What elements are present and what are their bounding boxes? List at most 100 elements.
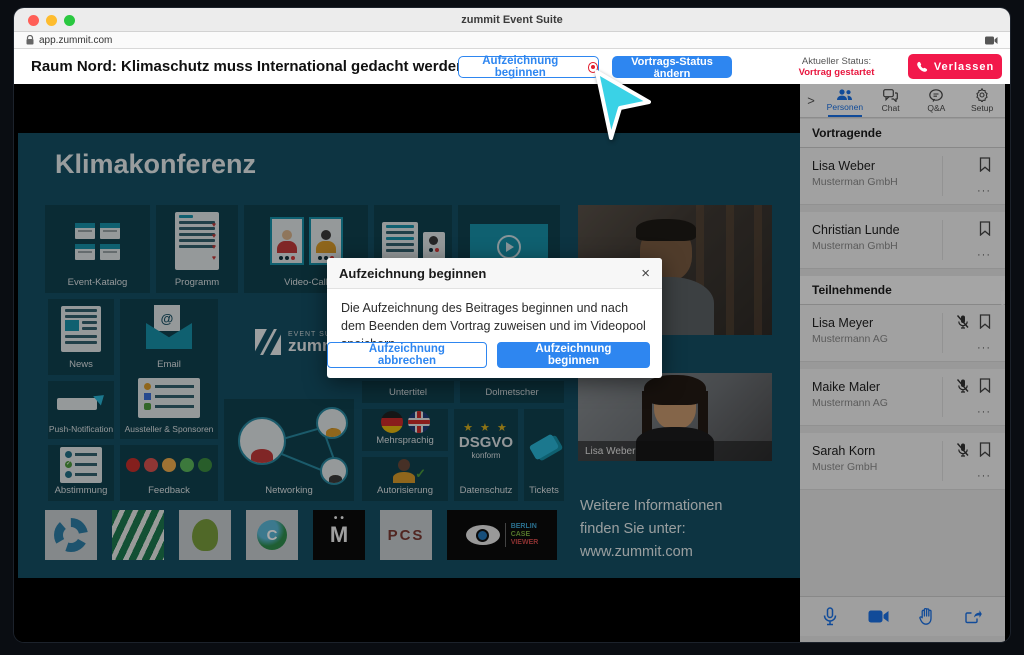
logo-stripes [112, 510, 164, 560]
catalog-icon [68, 223, 128, 260]
zummit-url[interactable]: www.zummit.com [580, 541, 722, 564]
tile-push-notification[interactable]: Push-Notification [48, 381, 114, 439]
more-menu[interactable]: ··· [977, 342, 991, 354]
microphone-button[interactable] [823, 607, 837, 626]
mic-off-icon[interactable] [956, 314, 969, 329]
tickets-icon [531, 439, 557, 455]
tab-personen[interactable]: Personen [822, 84, 868, 117]
close-window-button[interactable] [28, 15, 39, 26]
more-menu[interactable]: ··· [977, 470, 991, 482]
logo-c-bubbles: C [246, 510, 298, 560]
sponsors-icon [138, 378, 200, 418]
start-recording-button[interactable]: Aufzeichnung beginnen [458, 56, 599, 78]
video-name-label: Lisa Weber [578, 441, 772, 461]
program-icon: ♥♥♥♥ [175, 212, 219, 270]
tile-email[interactable]: @ Email [120, 299, 218, 375]
sidebar-tabbar: > Personen Chat Q&A Setup [800, 84, 1005, 118]
tile-autorisierung[interactable]: ✓ Autorisierung [362, 457, 448, 501]
person-row-christian-lunde[interactable]: Christian Lunde Musterman GmbH ··· [800, 212, 1005, 269]
bookmark-icon[interactable] [979, 221, 991, 236]
logo-radial [45, 510, 97, 560]
leave-button[interactable]: Verlassen [908, 54, 1002, 79]
stage-heading: Klimakonferenz [55, 149, 256, 180]
person-row-lisa-weber[interactable]: Lisa Weber Musterman GmbH ··· [800, 148, 1005, 205]
share-button[interactable] [965, 609, 982, 624]
gear-icon [975, 88, 989, 102]
person-row-sarah-korn[interactable]: Sarah Korn Muster GmbH ··· [800, 433, 1005, 490]
tile-untertitel[interactable]: Untertitel [362, 381, 454, 403]
networking-icon [224, 399, 354, 501]
dsgvo-subtitle: konform [472, 451, 501, 460]
tile-event-katalog[interactable]: Event-Katalog [45, 205, 150, 293]
raise-hand-button[interactable] [919, 608, 934, 625]
feedback-icon [126, 458, 212, 472]
recording-dialog: Aufzeichnung beginnen × Die Aufzeichnung… [327, 258, 662, 378]
news-icon [61, 306, 101, 352]
cancel-recording-button[interactable]: Aufzeichnung abbrechen [327, 342, 487, 368]
titlebar: zummit Event Suite [14, 8, 1010, 32]
tab-setup[interactable]: Setup [959, 84, 1005, 117]
bookmark-icon[interactable] [979, 314, 991, 329]
pointer-cursor [588, 66, 654, 144]
more-menu[interactable]: ··· [977, 406, 991, 418]
tile-networking[interactable]: Networking [224, 399, 354, 501]
more-menu[interactable]: ··· [977, 249, 991, 261]
tile-news[interactable]: News [48, 299, 114, 375]
dsgvo-stars: ★ ★ ★ [463, 421, 509, 434]
eye-icon [466, 525, 500, 545]
section-teilnehmende: Teilnehmende [800, 276, 1005, 305]
minimize-window-button[interactable] [46, 15, 57, 26]
logo-berlin-case-viewer: BERLINCASEVIEWER [447, 510, 557, 560]
logo-m: M [313, 510, 365, 560]
url-text: app.zummit.com [39, 35, 112, 46]
mic-off-icon[interactable] [956, 378, 969, 393]
status-label: Aktueller Status: [774, 56, 899, 67]
app-header: Raum Nord: Klimaschutz muss Internationa… [14, 49, 1010, 84]
tile-aussteller-sponsoren[interactable]: Aussteller & Sponsoren [120, 371, 218, 439]
tile-mehrsprachig[interactable]: Mehrsprachig [362, 409, 448, 451]
speaker-video-lisa[interactable]: Lisa Weber [578, 373, 772, 461]
dialog-header: Aufzeichnung beginnen × [327, 258, 662, 289]
tab-chat[interactable]: Chat [868, 84, 914, 117]
tile-datenschutz[interactable]: ★ ★ ★ DSGVO konform Datenschutz [454, 409, 518, 501]
languages-icon [381, 411, 430, 433]
tab-camera-icon[interactable] [985, 36, 998, 45]
tile-programm[interactable]: ♥♥♥♥ Programm [156, 205, 238, 293]
mic-off-icon[interactable] [956, 442, 969, 457]
phone-icon [916, 61, 928, 73]
zoom-window-button[interactable] [64, 15, 75, 26]
zummit-logo-icon [255, 329, 281, 355]
push-notification-icon [57, 392, 105, 414]
status-value: Vortrag gestartet [774, 67, 899, 78]
browser-window: zummit Event Suite app.zummit.com Raum N… [14, 8, 1010, 642]
tile-abstimmung[interactable]: ✓ Abstimmung [48, 445, 114, 501]
tile-tickets[interactable]: Tickets [524, 409, 564, 501]
sidebar-scrollbar[interactable] [1001, 291, 1004, 305]
dsgvo-title: DSGVO [459, 434, 513, 451]
tile-feedback[interactable]: Feedback [120, 445, 218, 501]
url-bar[interactable]: app.zummit.com [14, 32, 1010, 49]
authorization-icon: ✓ [390, 459, 420, 483]
bookmark-icon[interactable] [979, 157, 991, 172]
sidebar-collapse-button[interactable]: > [800, 93, 822, 108]
camera-button[interactable] [868, 610, 889, 623]
more-menu[interactable]: ··· [977, 185, 991, 197]
tile-dolmetscher[interactable]: Dolmetscher [460, 381, 564, 403]
room-title: Raum Nord: Klimaschutz muss Internationa… [31, 58, 465, 75]
voting-icon: ✓ [60, 447, 102, 483]
bookmark-icon[interactable] [979, 378, 991, 393]
sidebar: > Personen Chat Q&A Setup [800, 84, 1005, 642]
chat-icon [883, 89, 898, 102]
logo-pcs: PCS [380, 510, 432, 560]
people-icon [836, 89, 853, 101]
partner-logos: C M PCS BERLINCASEVIEWER [45, 510, 557, 560]
media-toolbar [800, 596, 1005, 636]
dialog-close-icon[interactable]: × [641, 265, 650, 282]
current-status: Aktueller Status: Vortrag gestartet [774, 56, 899, 78]
person-row-lisa-meyer[interactable]: Lisa Meyer Mustermann AG ··· [800, 305, 1005, 362]
bookmark-icon[interactable] [979, 442, 991, 457]
tab-qa[interactable]: Q&A [914, 84, 960, 117]
logo-head-profile [179, 510, 231, 560]
confirm-recording-button[interactable]: Aufzeichnung beginnen [497, 342, 650, 368]
person-row-maike-maler[interactable]: Maike Maler Mustermann AG ··· [800, 369, 1005, 426]
